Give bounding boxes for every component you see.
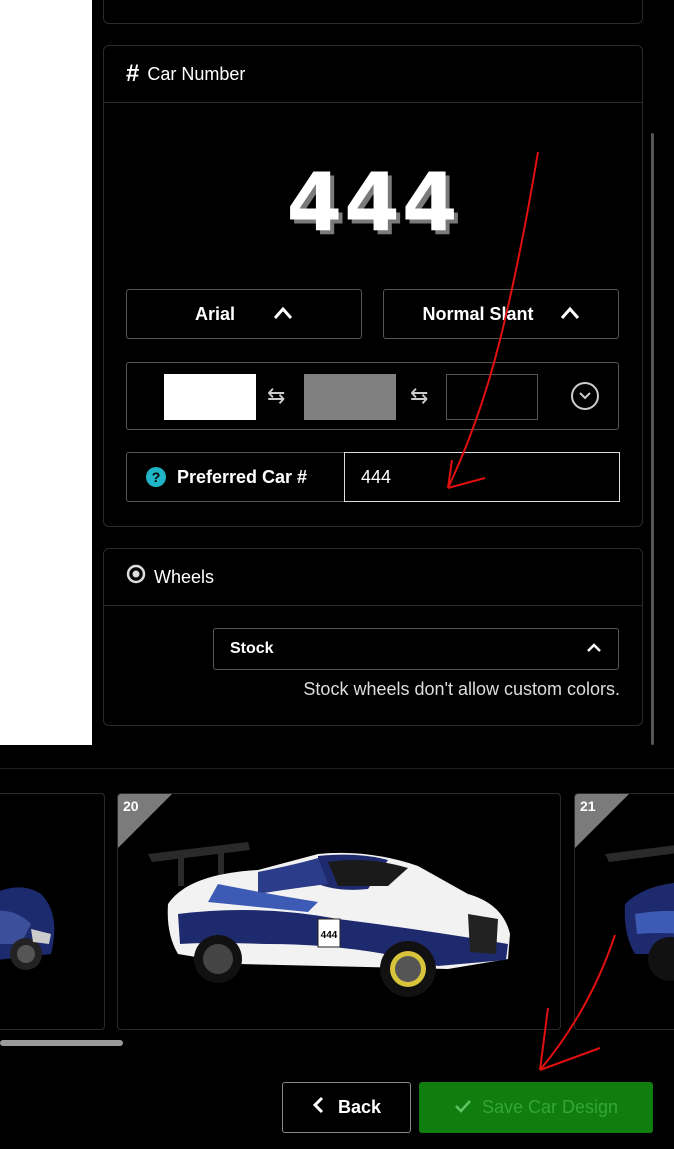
wheel-icon — [126, 564, 146, 590]
preferred-car-number-row: ? Preferred Car # — [126, 452, 620, 502]
car-number-panel: # Car Number 444 Arial Normal Slant ⇆ ⇆ … — [103, 45, 643, 527]
wheels-header: Wheels — [104, 549, 642, 606]
car-number-title: Car Number — [147, 63, 246, 84]
number-color-row: ⇆ ⇆ — [126, 362, 619, 430]
car-card[interactable]: 21 — [574, 793, 674, 1030]
hash-icon: # — [126, 60, 140, 87]
slant-select[interactable]: Normal Slant — [383, 289, 619, 339]
wheels-note: Stock wheels don't allow custom colors. — [303, 679, 620, 699]
font-select[interactable]: Arial — [126, 289, 362, 339]
vertical-scrollbar[interactable] — [651, 133, 654, 745]
chevron-left-icon — [312, 1096, 324, 1120]
card-number: 21 — [580, 798, 596, 814]
swap-arrows-icon[interactable]: ⇆ — [267, 383, 285, 409]
svg-text:444: 444 — [321, 930, 338, 941]
chevron-up-icon — [273, 303, 293, 326]
save-car-design-button[interactable]: Save Car Design — [419, 1082, 653, 1133]
wheels-panel: Wheels Stock Stock wheels don't allow cu… — [103, 548, 643, 726]
number-color-swatch-primary[interactable] — [164, 374, 256, 420]
save-button-label: Save Car Design — [481, 1097, 619, 1117]
wheels-select[interactable]: Stock — [213, 628, 619, 670]
slant-select-value: Normal Slant — [422, 303, 534, 324]
chevron-up-icon — [586, 640, 602, 658]
question-icon[interactable]: ? — [146, 467, 166, 487]
left-blank-area — [0, 0, 92, 745]
horizontal-scrollbar[interactable] — [0, 1040, 123, 1046]
previous-panel-bottom — [103, 0, 643, 24]
wheels-title: Wheels — [154, 566, 215, 587]
card-number: 20 — [123, 798, 139, 814]
font-select-value: Arial — [194, 303, 236, 324]
chevron-up-icon — [560, 303, 580, 326]
back-button-label: Back — [337, 1097, 382, 1117]
car-image: 444 — [148, 842, 510, 997]
number-color-swatch-secondary[interactable] — [304, 374, 396, 420]
car-image — [0, 887, 55, 970]
chevron-down-circle-icon[interactable] — [571, 382, 599, 410]
car-card-selected[interactable]: 20 444 — [117, 793, 561, 1030]
back-button[interactable]: Back — [282, 1082, 411, 1133]
car-card[interactable] — [0, 793, 105, 1030]
swap-arrows-icon[interactable]: ⇆ — [410, 383, 428, 409]
preferred-car-number-label: Preferred Car # — [177, 467, 308, 487]
wheels-select-value: Stock — [230, 640, 274, 657]
check-icon — [454, 1097, 472, 1118]
number-color-swatch-outline[interactable] — [446, 374, 538, 420]
car-number-preview: 444 — [286, 156, 460, 249]
preferred-car-number-input[interactable] — [344, 452, 620, 502]
divider — [0, 768, 674, 769]
car-number-header: # Car Number — [104, 46, 642, 103]
